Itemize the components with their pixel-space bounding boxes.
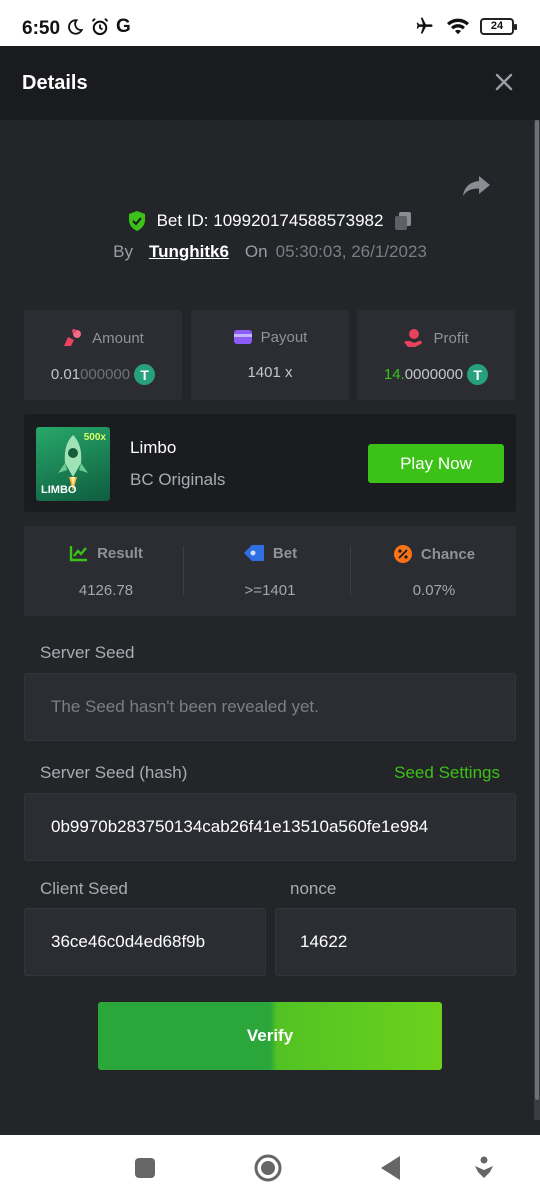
profit-value: 14. bbox=[383, 366, 405, 383]
bet-label: Bet bbox=[272, 544, 298, 562]
ticket-icon bbox=[243, 545, 264, 561]
server-seed-label: Server Seed bbox=[40, 643, 135, 662]
game-provider: BC Originals bbox=[130, 470, 226, 489]
percent-icon bbox=[393, 545, 412, 563]
airplane-icon bbox=[416, 17, 433, 34]
server-seed-hash-value: 0b9970b283750134cab26f41e13510a560fe1e98… bbox=[51, 817, 429, 836]
nonce-label: nonce bbox=[290, 879, 337, 898]
server-seed-hash-label: Server Seed (hash) bbox=[40, 763, 188, 782]
divider bbox=[183, 546, 184, 596]
profit-value-decimals: 0000000 bbox=[404, 366, 464, 383]
game-card[interactable]: 500x LIMBO Limbo BC Originals Play Now bbox=[24, 414, 516, 512]
scrollbar-thumb[interactable] bbox=[535, 120, 539, 1100]
amount-card: Amount 0.01000000 T bbox=[24, 310, 182, 400]
status-time: 6:50 bbox=[22, 18, 61, 39]
client-seed-value: 36ce46c0d4ed68f9b bbox=[51, 932, 206, 951]
by-label: By bbox=[113, 242, 133, 261]
back-icon[interactable] bbox=[374, 1151, 408, 1185]
tether-icon: T bbox=[134, 364, 156, 385]
recents-icon[interactable] bbox=[128, 1151, 162, 1185]
game-name: Limbo bbox=[130, 438, 177, 457]
profit-card: Profit 14.0000000 T bbox=[357, 310, 515, 400]
game-thumbnail[interactable]: 500x LIMBO bbox=[36, 427, 110, 501]
details-modal: Details Bet ID: 109920174588573982 By Tu… bbox=[0, 46, 540, 1135]
payout-label: Payout bbox=[260, 328, 308, 346]
seed-settings-link[interactable]: Seed Settings bbox=[394, 763, 500, 783]
result-value: 4126.78 bbox=[78, 582, 134, 599]
divider bbox=[350, 546, 351, 596]
accessibility-icon[interactable] bbox=[467, 1151, 501, 1185]
tether-icon: T bbox=[467, 364, 489, 385]
bet-column: Bet >=1401 bbox=[188, 526, 352, 616]
chart-up-icon bbox=[69, 546, 88, 562]
amount-value-decimals: 000000 bbox=[80, 366, 131, 383]
profit-hand-icon bbox=[404, 329, 423, 347]
server-seed-field[interactable]: The Seed hasn't been revealed yet. bbox=[24, 673, 516, 741]
copy-icon[interactable] bbox=[393, 211, 413, 231]
status-icons-right: 24 bbox=[414, 16, 517, 36]
chance-column: Chance 0.07% bbox=[352, 526, 516, 616]
home-icon[interactable] bbox=[251, 1151, 285, 1185]
wifi-icon bbox=[447, 18, 469, 35]
scrollbar[interactable] bbox=[534, 120, 540, 1120]
bet-id-row: Bet ID: 109920174588573982 bbox=[0, 210, 540, 232]
nonce-value: 14622 bbox=[300, 932, 348, 951]
shield-check-icon bbox=[128, 211, 145, 231]
amount-value: 0.01 bbox=[50, 366, 81, 383]
result-label: Result bbox=[97, 544, 143, 562]
close-icon[interactable] bbox=[494, 72, 514, 92]
verify-button[interactable]: Verify bbox=[98, 1002, 442, 1070]
amount-label: Amount bbox=[92, 329, 144, 347]
wallet-icon bbox=[233, 330, 252, 344]
client-seed-label: Client Seed bbox=[40, 879, 128, 898]
google-icon: G bbox=[116, 16, 131, 37]
payout-card: Payout 1401 x bbox=[191, 310, 349, 400]
result-card: Result 4126.78 Bet >=1401 Chance 0.07% bbox=[24, 526, 516, 616]
username-link[interactable]: Tunghitk6 bbox=[149, 242, 229, 262]
result-column: Result 4126.78 bbox=[24, 526, 188, 616]
bet-id: Bet ID: 109920174588573982 bbox=[156, 211, 384, 230]
profit-label: Profit bbox=[433, 329, 469, 347]
alarm-icon bbox=[91, 18, 109, 36]
payout-value: 1401 x bbox=[247, 364, 293, 381]
play-now-button[interactable]: Play Now bbox=[368, 444, 504, 483]
game-thumb-label: LIMBO bbox=[41, 484, 77, 496]
moon-icon bbox=[68, 19, 84, 35]
status-icons-left: G bbox=[66, 16, 131, 38]
share-icon[interactable] bbox=[462, 174, 492, 198]
on-label: On bbox=[244, 242, 268, 261]
status-bar: 6:50 G 24 bbox=[0, 0, 540, 46]
coins-icon bbox=[64, 329, 82, 346]
game-thumb-badge: 500x bbox=[83, 432, 106, 443]
modal-header: Details bbox=[0, 46, 540, 120]
bet-value: >=1401 bbox=[244, 582, 296, 599]
bet-datetime: 05:30:03, 26/1/2023 bbox=[275, 242, 427, 261]
battery-icon: 24 bbox=[480, 17, 517, 35]
server-seed-value: The Seed hasn't been revealed yet. bbox=[51, 697, 319, 716]
bet-author-row: By Tunghitk6 On 05:30:03, 26/1/2023 bbox=[0, 242, 540, 262]
modal-title: Details bbox=[22, 72, 88, 94]
client-seed-field[interactable]: 36ce46c0d4ed68f9b bbox=[24, 908, 266, 976]
server-seed-hash-field[interactable]: 0b9970b283750134cab26f41e13510a560fe1e98… bbox=[24, 793, 516, 861]
chance-label: Chance bbox=[420, 545, 476, 563]
nonce-field[interactable]: 14622 bbox=[275, 908, 516, 976]
chance-value: 0.07% bbox=[412, 582, 456, 599]
android-nav-bar bbox=[0, 1135, 540, 1200]
